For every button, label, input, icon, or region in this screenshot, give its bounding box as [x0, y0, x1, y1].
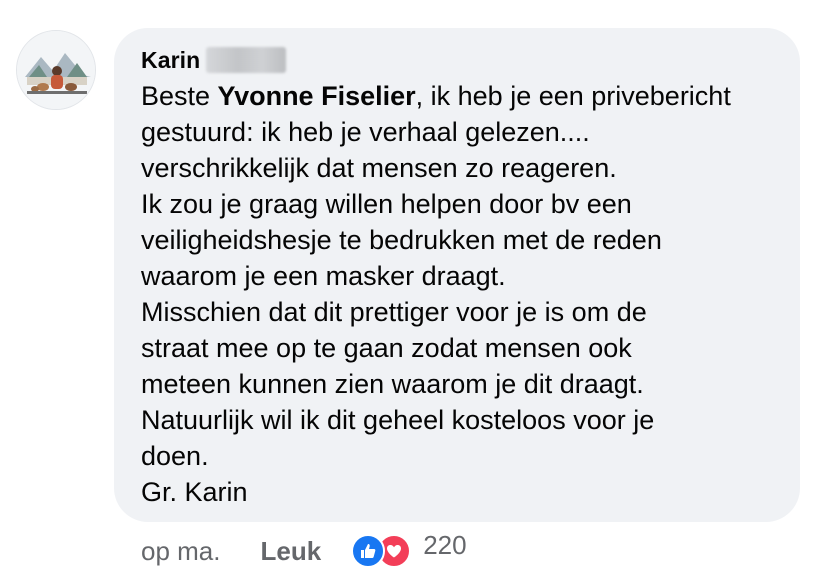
author-name[interactable]: Karin	[141, 47, 200, 74]
avatar[interactable]	[16, 30, 96, 110]
comment-footer: op ma. Leuk 220	[141, 530, 467, 568]
comment-text: Beste Yvonne Fiselier, ik heb je een pri…	[141, 78, 776, 510]
like-icon	[351, 534, 386, 568]
comment-body: gestuurd: ik heb je verhaal gelezen.... …	[141, 117, 662, 507]
like-button[interactable]: Leuk	[261, 536, 322, 567]
avatar-image	[17, 31, 95, 109]
mention-link[interactable]: Yvonne Fiselier	[218, 81, 416, 111]
redacted-surname	[206, 47, 287, 73]
author-row: Karin	[141, 42, 776, 78]
timestamp[interactable]: op ma.	[141, 536, 221, 567]
reaction-count[interactable]: 220	[423, 530, 466, 561]
comment-bubble: Karin Beste Yvonne Fiselier, ik heb je e…	[114, 28, 800, 522]
greeting: Beste	[141, 81, 218, 111]
first-line-rest: , ik heb je een privebericht	[415, 81, 731, 111]
reactions-summary[interactable]	[351, 534, 413, 568]
